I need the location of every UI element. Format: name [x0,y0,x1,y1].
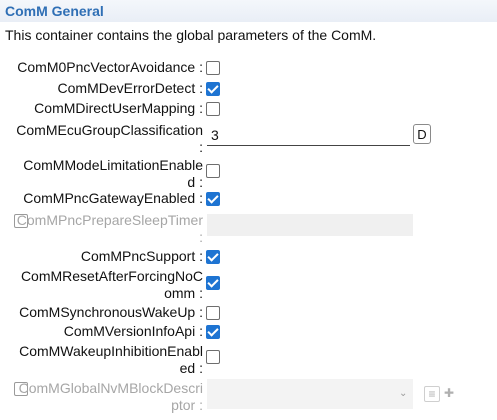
checkbox-dev-error-detect[interactable] [206,82,220,96]
checkbox-synchronous-wakeup[interactable] [206,306,220,320]
param-label-pnc-support: ComMPncSupport : [80,248,203,264]
pnc-prepare-sleep-timer-input [207,214,413,236]
param-label-direct-user-mapping: ComMDirectUserMapping : [34,100,203,116]
checkbox-pnc-support[interactable] [206,250,220,264]
chevron-down-icon: ⌄ [399,388,408,399]
checkbox-version-info-api[interactable] [206,325,220,339]
add-icon: ✚ [443,386,455,400]
section-title: ComM General [5,3,104,19]
checkbox-direct-user-mapping[interactable] [206,102,220,116]
param-label-version-info-api: ComMVersionInfoApi : [63,323,203,339]
checkbox-reset-after-forcing-nocomm[interactable] [206,276,220,290]
list-icon: ≡ [424,386,440,402]
global-nvm-block-descriptor-select: ⌄ [207,379,413,409]
section-header: ComM General [0,0,497,22]
param-label-mode-limitation-enabled: ComMModeLimitationEnable d : [23,157,203,190]
default-value-button[interactable]: D [413,124,431,144]
param-label-wakeup-inhibition-enabled: ComMWakeupInhibitionEnabl ed : [19,343,203,376]
checkbox-mode-limitation-enabled[interactable] [206,164,220,178]
checkbox-pnc-vector-avoidance[interactable] [206,61,220,75]
param-label-pnc-prepare-sleep-timer: ComMPncPrepareSleepTimer : [16,212,203,245]
param-label-ecu-group-classification: ComMEcuGroupClassification : [16,122,203,155]
ecu-group-classification-input[interactable]: 3 [207,123,410,146]
param-label-global-nvm-block-descriptor: ComMGlobalNvMBlockDescri ptor : [18,380,203,413]
param-label-pnc-gateway-enabled: ComMPncGatewayEnabled : [23,190,203,206]
section-description: This container contains the global param… [5,27,377,43]
param-label-reset-after-forcing-nocomm: ComMResetAfterForcingNoC omm : [20,268,203,301]
param-label-pnc-vector-avoidance: ComM0PncVectorAvoidance : [17,59,203,75]
checkbox-wakeup-inhibition-enabled[interactable] [206,350,220,364]
param-label-synchronous-wakeup: ComMSynchronousWakeUp : [19,304,203,320]
checkbox-pnc-gateway-enabled[interactable] [206,192,220,206]
param-label-dev-error-detect: ComMDevErrorDetect : [57,80,203,96]
